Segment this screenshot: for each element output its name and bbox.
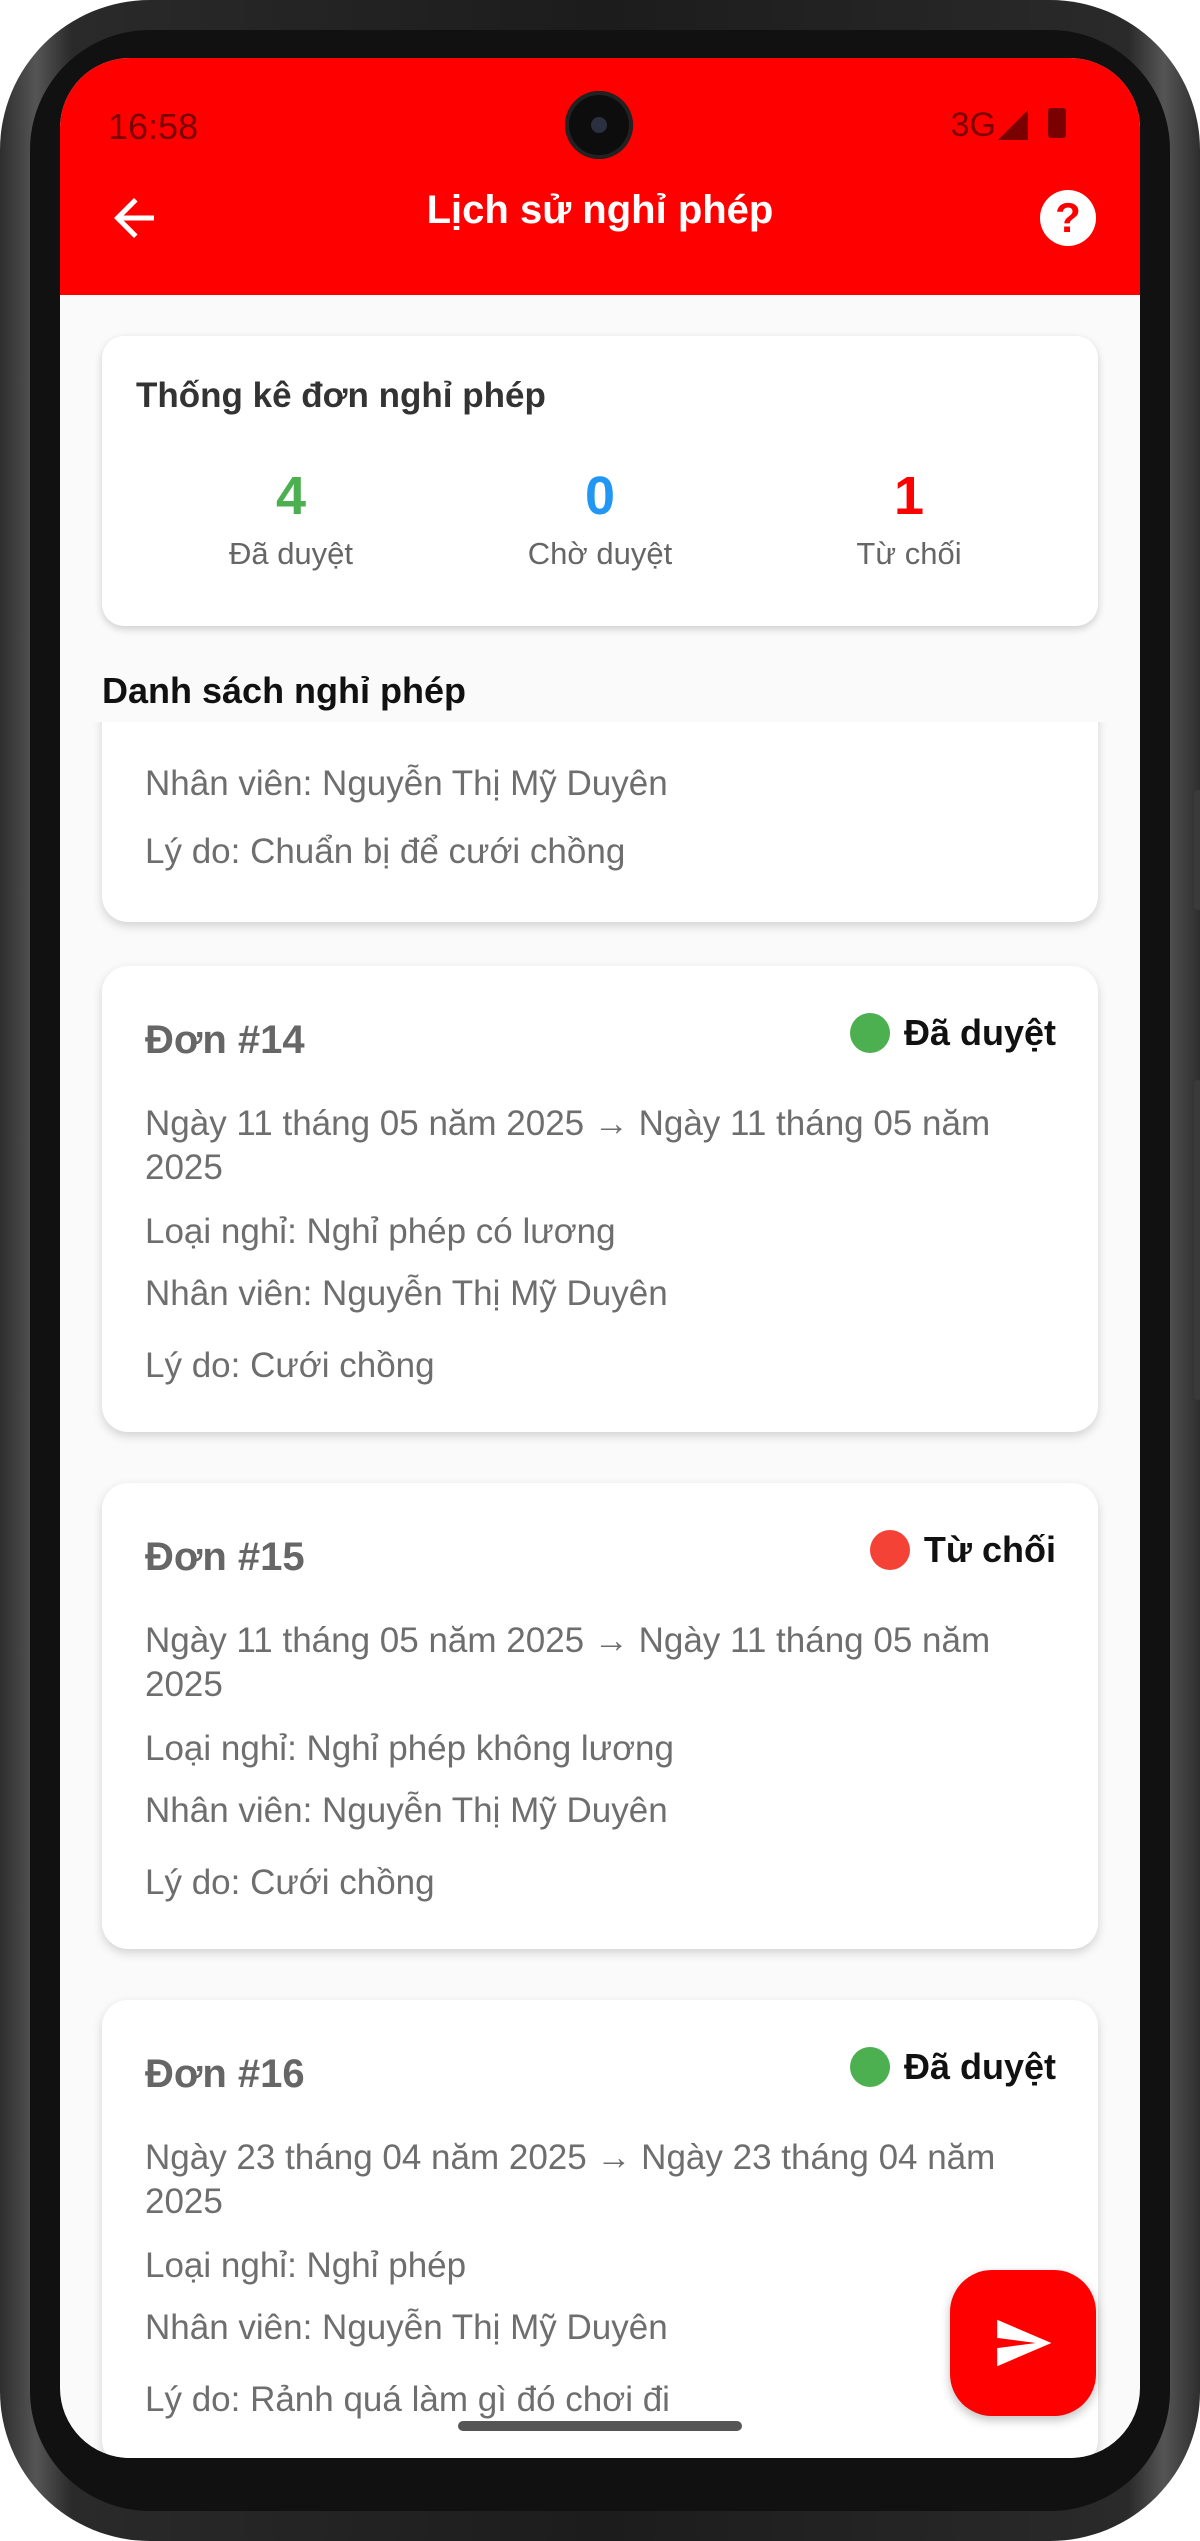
status-dot-icon — [849, 1013, 890, 1053]
page-title: Lịch sử nghỉ phép — [426, 188, 774, 232]
status-time: 16:58 — [108, 106, 199, 147]
leave-card[interactable]: Đơn #16 Đã duyệt Ngày 23 tháng 04 năm 20… — [102, 2000, 1098, 2458]
stat-pending: 0 Chờ duyệt — [450, 466, 750, 572]
home-indicator[interactable] — [458, 2421, 742, 2431]
status-badge: Từ chối — [869, 1529, 1056, 1571]
stat-rejected-count: 1 — [893, 466, 925, 526]
status-label: Đã duyệt — [903, 1012, 1056, 1053]
leave-card-partial[interactable]: Nhân viên: Nguyễn Thị Mỹ Duyên Lý do: Ch… — [102, 722, 1098, 922]
stat-approved-label: Đã duyệt — [228, 536, 354, 571]
status-label: Từ chối — [923, 1529, 1056, 1570]
leave-list[interactable]: Nhân viên: Nguyễn Thị Mỹ Duyên Lý do: Ch… — [60, 722, 1140, 2458]
stats-card: Thống kê đơn nghỉ phép 4 Đã duyệt 0 Chờ … — [102, 336, 1098, 626]
card-dates: Ngày 11 tháng 05 năm 2025 → Ngày 11 thán… — [145, 1104, 991, 1187]
card-reason: Lý do: Rảnh quá làm gì đó chơi đi — [145, 2380, 670, 2419]
side-button — [1194, 1080, 1200, 1400]
card-type: Loại nghỉ: Nghỉ phép có lương — [145, 1212, 616, 1251]
card-id: Đơn #15 — [145, 1535, 305, 1579]
status-badge: Đã duyệt — [849, 2046, 1056, 2088]
screen: 16:58 3G Lịch sử nghỉ phép ? Thống kê đơ… — [60, 58, 1140, 2458]
leave-card[interactable]: Đơn #15 Từ chối Ngày 11 tháng 05 năm 202… — [102, 1483, 1098, 1949]
battery-icon — [1048, 108, 1066, 138]
stat-pending-label: Chờ duyệt — [527, 536, 673, 571]
card-id: Đơn #14 — [145, 1018, 305, 1062]
front-camera — [565, 91, 633, 159]
card-employee: Nhân viên: Nguyễn Thị Mỹ Duyên — [145, 1791, 668, 1830]
status-label: Đã duyệt — [903, 2046, 1056, 2087]
card-type: Loại nghỉ: Nghỉ phép không lương — [145, 1729, 674, 1768]
stat-rejected: 1 Từ chối — [759, 466, 1059, 572]
phone-frame: 16:58 3G Lịch sử nghỉ phép ? Thống kê đơ… — [0, 0, 1200, 2541]
stat-pending-count: 0 — [584, 466, 616, 526]
card-employee: Nhân viên: Nguyễn Thị Mỹ Duyên — [145, 2308, 668, 2347]
card-employee: Nhân viên: Nguyễn Thị Mỹ Duyên — [145, 764, 668, 803]
help-button[interactable]: ? — [1040, 190, 1096, 246]
card-dates: Ngày 11 tháng 05 năm 2025 → Ngày 11 thán… — [145, 1621, 991, 1704]
status-dot-icon — [869, 1530, 910, 1570]
card-dates: Ngày 23 tháng 04 năm 2025 → Ngày 23 thán… — [145, 2138, 996, 2221]
send-request-button[interactable] — [950, 2270, 1096, 2416]
signal-icon — [998, 110, 1028, 140]
card-employee: Nhân viên: Nguyễn Thị Mỹ Duyên — [145, 1274, 668, 1313]
stat-approved-count: 4 — [275, 466, 307, 526]
status-badge: Đã duyệt — [849, 1012, 1056, 1054]
card-reason: Lý do: Chuẩn bị để cưới chồng — [145, 832, 626, 871]
status-dot-icon — [849, 2047, 890, 2087]
send-icon — [997, 2319, 1052, 2367]
card-reason: Lý do: Cưới chồng — [145, 1346, 435, 1385]
card-id: Đơn #16 — [145, 2052, 305, 2096]
stat-rejected-label: Từ chối — [856, 536, 962, 571]
card-reason: Lý do: Cưới chồng — [145, 1863, 435, 1902]
network-label: 3G — [950, 106, 996, 144]
leave-card[interactable]: Đơn #14 Đã duyệt Ngày 11 tháng 05 năm 20… — [102, 966, 1098, 1432]
app-bar: 16:58 3G Lịch sử nghỉ phép ? — [60, 58, 1140, 295]
stat-approved: 4 Đã duyệt — [141, 466, 441, 572]
side-button — [1194, 790, 1200, 910]
card-type: Loại nghỉ: Nghỉ phép — [145, 2246, 467, 2285]
help-circle-icon: ? — [1055, 194, 1081, 241]
stats-title: Thống kê đơn nghỉ phép — [136, 376, 546, 415]
list-title: Danh sách nghỉ phép — [102, 670, 467, 711]
